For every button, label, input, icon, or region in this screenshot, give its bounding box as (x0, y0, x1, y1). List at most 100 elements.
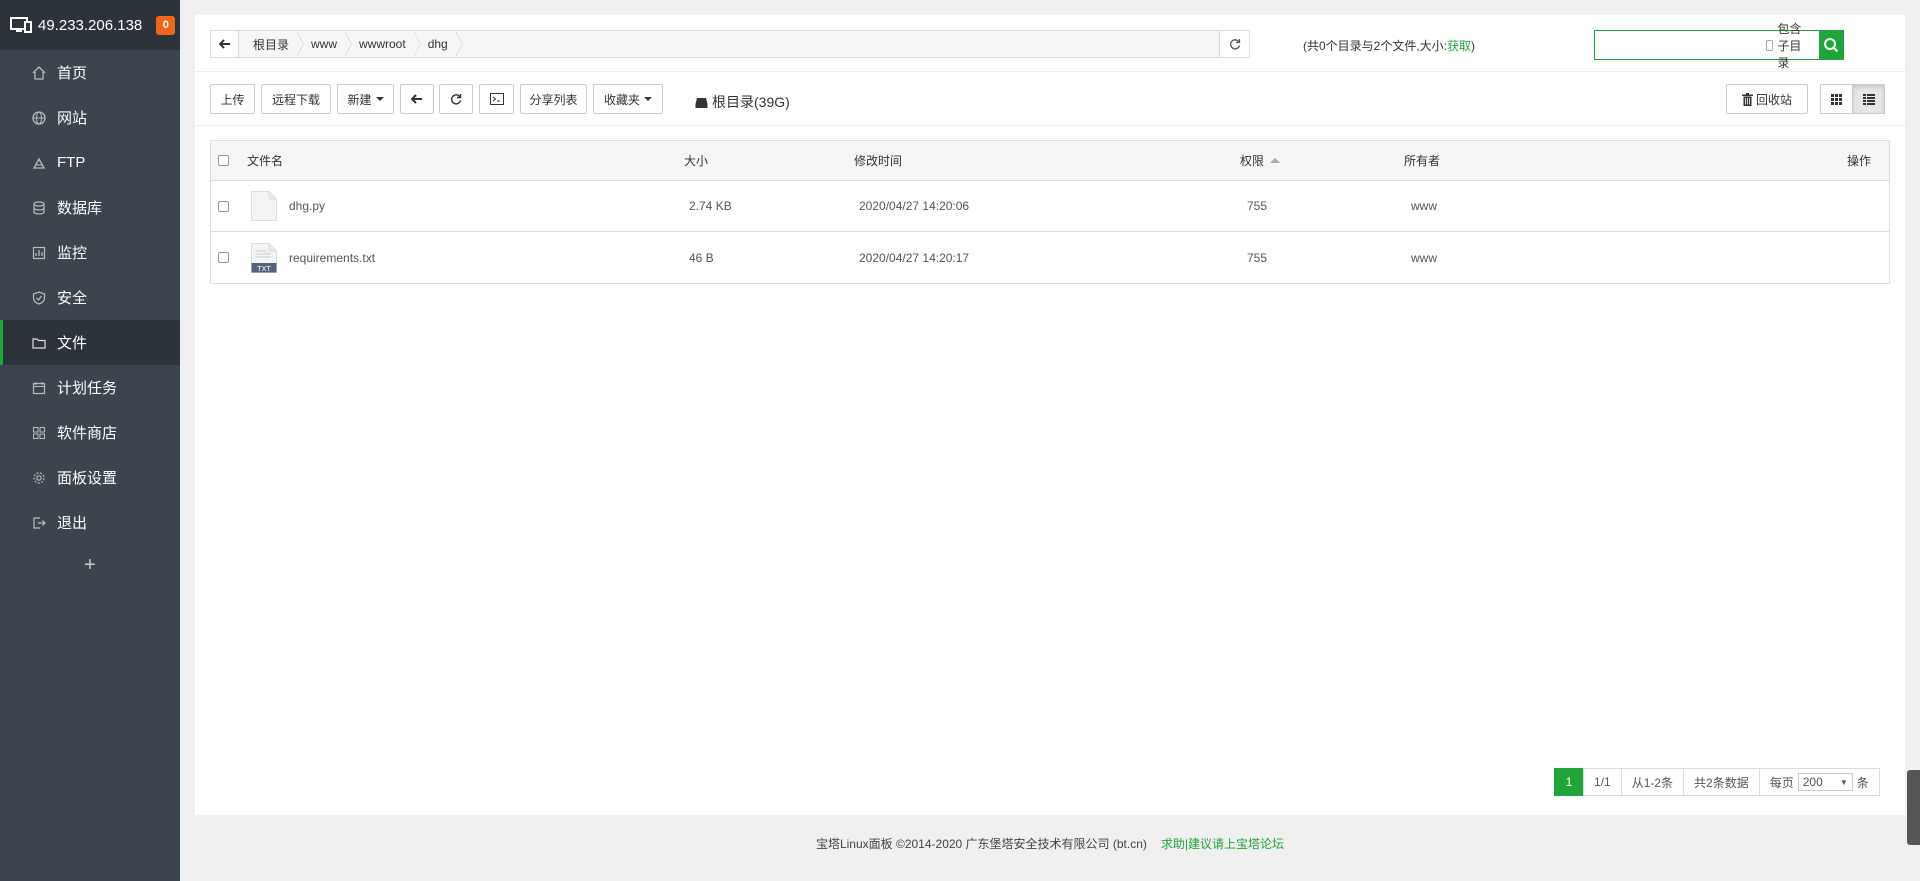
caret-down-icon (375, 97, 384, 101)
file-mtime: 2020/04/27 14:20:17 (859, 250, 970, 265)
breadcrumb-wwwroot[interactable]: wwwroot (345, 31, 421, 57)
page-range: 从1-2条 (1620, 768, 1685, 796)
page-count: 1/1 (1583, 768, 1622, 796)
new-button-label: 新建 (347, 92, 372, 107)
file-name[interactable]: requirements.txt (289, 251, 375, 265)
file-permission[interactable]: 755 (1247, 181, 1267, 231)
trash-icon (1741, 92, 1753, 106)
sidebar-item-files[interactable]: 文件 (0, 320, 180, 365)
sidebar-item-ftp[interactable]: FTP (0, 140, 180, 185)
grid-view-button[interactable] (1820, 84, 1853, 114)
sidebar-item-home[interactable]: 首页 (0, 50, 180, 95)
arrow-left-icon (218, 39, 231, 49)
search-button[interactable] (1819, 31, 1843, 59)
search-icon (1823, 37, 1839, 53)
sidebar-item-label: 首页 (57, 65, 88, 82)
file-owner[interactable]: www (1411, 181, 1437, 231)
txt-file-icon: TXT (251, 242, 277, 273)
col-size[interactable]: 大小 (684, 141, 708, 180)
pagination: 1 1/1 从1-2条 共2条数据 每页 200 ▼ 条 (1554, 768, 1880, 796)
sidebar-header: 49.233.206.138 0 (0, 0, 180, 50)
sidebar-item-label: 网站 (57, 110, 88, 127)
page-current[interactable]: 1 (1554, 768, 1584, 796)
directory-info: (共0个目录与2个文件,大小:获取) (1303, 37, 1475, 54)
col-owner[interactable]: 所有者 (1404, 141, 1440, 180)
table-row[interactable]: dhg.py 2.74 KB 2020/04/27 14:20:06 755 w… (211, 181, 1889, 232)
apps-icon (31, 425, 47, 441)
recycle-bin-label: 回收站 (1755, 92, 1792, 107)
search-input[interactable] (1595, 31, 1766, 59)
database-icon (31, 200, 47, 216)
sidebar-item-settings[interactable]: 面板设置 (0, 455, 180, 500)
sidebar-item-security[interactable]: 安全 (0, 275, 180, 320)
path-refresh-button[interactable] (1219, 31, 1249, 57)
select-all-cell (218, 141, 229, 180)
include-subdir-checkbox[interactable] (1766, 39, 1774, 51)
sidebar-item-store[interactable]: 软件商店 (0, 410, 180, 455)
table-row[interactable]: TXT requirements.txt 46 B 2020/04/27 14:… (211, 232, 1889, 283)
file-size: 46 B (689, 250, 714, 265)
row-checkbox[interactable] (218, 200, 229, 212)
svg-text:TXT: TXT (256, 265, 271, 273)
favorites-dropdown-button[interactable]: 收藏夹 (593, 84, 663, 114)
list-view-button[interactable] (1852, 84, 1885, 114)
file-name[interactable]: dhg.py (289, 199, 325, 213)
sidebar-item-database[interactable]: 数据库 (0, 185, 180, 230)
col-name[interactable]: 文件名 (247, 141, 283, 180)
per-page-select[interactable]: 200 ▼ (1797, 773, 1853, 791)
file-name-cell[interactable]: dhg.py (251, 181, 325, 231)
include-subdir-option[interactable]: 包含子目录 (1766, 22, 1819, 70)
terminal-button[interactable] (479, 84, 514, 114)
grid-icon (1831, 93, 1842, 105)
new-dropdown-button[interactable]: 新建 (337, 84, 394, 114)
sidebar-item-cron[interactable]: 计划任务 (0, 365, 180, 410)
file-search: 包含子目录 (1594, 22, 1844, 70)
file-icon (251, 191, 277, 221)
col-permission[interactable]: 权限 (1240, 141, 1281, 180)
breadcrumb-www[interactable]: www (297, 31, 353, 57)
side-panel-handle[interactable] (1907, 770, 1920, 845)
disk-selector[interactable]: 根目录(39G) (695, 92, 790, 112)
share-list-button[interactable]: 分享列表 (520, 84, 587, 114)
sidebar-item-label: 面板设置 (57, 470, 118, 487)
arrow-left-icon (411, 94, 423, 104)
terminal-icon (489, 93, 504, 105)
table-header: 文件名 大小 修改时间 权限 所有者 操作 (211, 141, 1889, 181)
col-permission-label: 权限 (1240, 154, 1265, 168)
sidebar-lower: + (0, 544, 180, 881)
file-toolbar: 上传 远程下载 新建 分享列表 收藏夹 根目录(39G) 回收站 (195, 72, 1905, 126)
path-breadcrumb: 根目录 www wwwroot dhg (210, 30, 1250, 58)
sidebar-item-monitor[interactable]: 监控 (0, 230, 180, 275)
select-all-checkbox[interactable] (218, 155, 229, 166)
back-button[interactable] (400, 84, 434, 114)
include-subdir-label: 包含子目录 (1777, 21, 1802, 70)
list-icon (1862, 93, 1875, 105)
add-menu-button[interactable]: + (0, 544, 180, 586)
logout-icon (31, 515, 47, 531)
row-checkbox[interactable] (218, 252, 229, 263)
file-owner[interactable]: www (1411, 232, 1437, 283)
get-size-link[interactable]: 获取 (1447, 39, 1471, 53)
footer-help-link[interactable]: 求助|建议请上宝塔论坛 (1161, 837, 1284, 851)
monitor-icon (31, 245, 47, 261)
col-ops: 操作 (1847, 154, 1872, 168)
notification-badge[interactable]: 0 (156, 15, 176, 35)
server-host[interactable]: 49.233.206.138 (38, 17, 142, 34)
path-back-button[interactable] (211, 31, 239, 57)
refresh-icon (1229, 38, 1241, 50)
refresh-button[interactable] (439, 84, 473, 114)
upload-button[interactable]: 上传 (210, 84, 255, 114)
sidebar-item-logout[interactable]: 退出 (0, 500, 180, 545)
sidebar-item-website[interactable]: 网站 (0, 95, 180, 140)
file-manager-panel: 根目录 www wwwroot dhg (共0个目录与2个文件,大小:获取) 包… (195, 15, 1905, 815)
file-name-cell[interactable]: TXT requirements.txt (251, 232, 375, 283)
col-mtime[interactable]: 修改时间 (854, 141, 902, 180)
recycle-bin-button[interactable]: 回收站 (1726, 84, 1808, 114)
sidebar-item-label: 文件 (57, 335, 88, 352)
breadcrumb-root[interactable]: 根目录 (239, 31, 305, 57)
file-permission[interactable]: 755 (1247, 232, 1267, 283)
remote-download-button[interactable]: 远程下载 (261, 84, 331, 114)
page-total: 共2条数据 (1683, 768, 1760, 796)
favorites-button-label: 收藏夹 (603, 92, 640, 107)
page-size: 每页 200 ▼ 条 (1758, 768, 1880, 796)
